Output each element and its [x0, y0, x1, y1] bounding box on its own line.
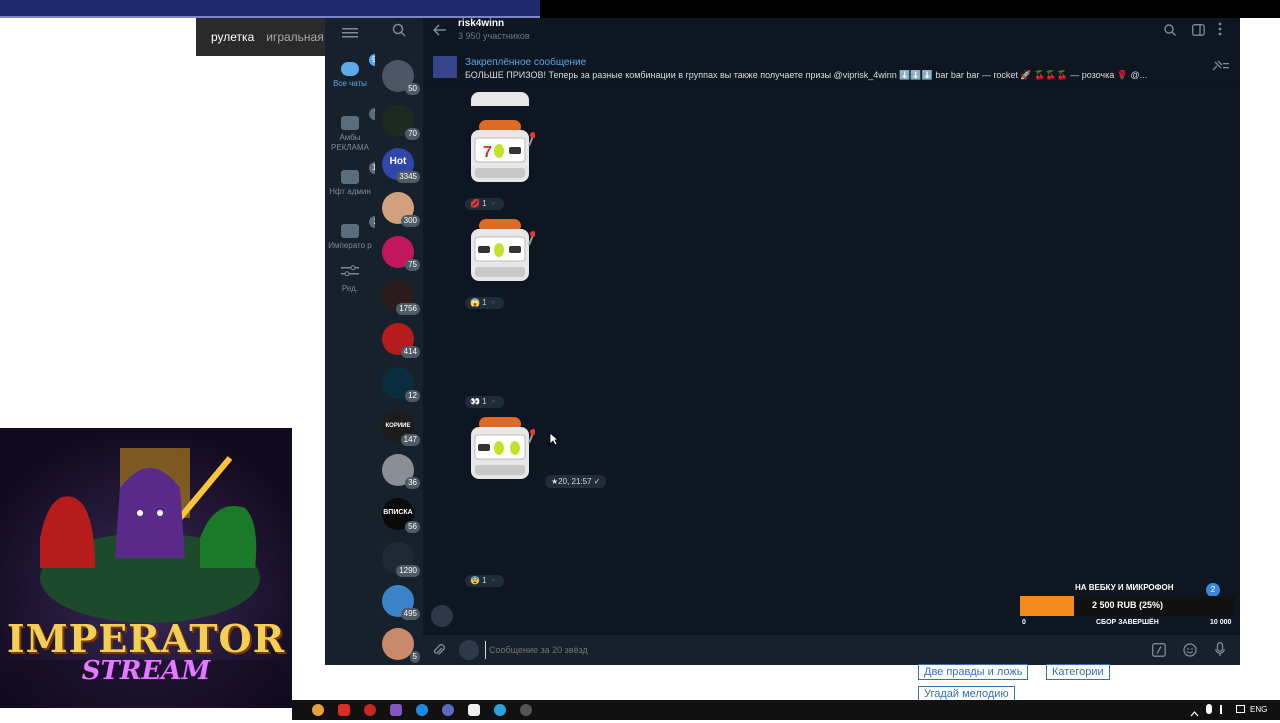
app-icon[interactable]: [390, 704, 402, 716]
attach-icon[interactable]: [433, 643, 445, 662]
chat-avatar[interactable]: 12: [382, 367, 420, 402]
telegram-icon[interactable]: [494, 704, 506, 716]
folder-label: Нфт админ: [329, 187, 371, 196]
svg-text:7: 7: [483, 144, 492, 161]
chat-header: risk4winn 3 950 участников: [423, 18, 1240, 52]
chat-avatar[interactable]: 5: [382, 628, 420, 663]
folder-ambi-reklama[interactable]: 7 Амбы РЕКЛАМА: [325, 108, 383, 153]
folder-nft-admin[interactable]: 12 Нфт админ: [325, 162, 384, 197]
emoji-icon[interactable]: [1183, 643, 1197, 662]
folder-icon: 2: [341, 216, 383, 238]
yandex-icon[interactable]: [338, 704, 350, 716]
donation-amount: 2 500 RUB (25%): [1091, 600, 1164, 610]
message-reaction[interactable]: 😨 1 ▪️: [465, 575, 504, 587]
chat-list: 50 70 Hot 3345 300 75 1756 414 12 КОРИИЕ 1…: [375, 18, 423, 665]
chat-avatar[interactable]: 414: [382, 323, 420, 358]
folder-all-chats[interactable]: 999 Все чаты: [325, 54, 389, 89]
microphone-icon[interactable]: [1215, 642, 1225, 662]
stream-logo: IMPERATOR STREAM: [0, 428, 292, 708]
mic-tray-icon[interactable]: [1206, 704, 1212, 714]
donation-progress-bar: 2 500 RUB (25%): [1020, 596, 1235, 616]
message-time: ★20, 21:57 ✓: [545, 475, 607, 488]
chat-main: risk4winn 3 950 участников Закреплённое …: [423, 18, 1240, 665]
chrome-icon[interactable]: [312, 704, 324, 716]
yandex-browser-icon[interactable]: [468, 704, 480, 716]
sender-avatar[interactable]: [431, 605, 453, 627]
chat-members: 3 950 участников: [458, 31, 530, 41]
slot-machine-sticker[interactable]: [465, 413, 536, 483]
search-icon[interactable]: [392, 23, 406, 42]
chat-title[interactable]: risk4winn: [458, 18, 504, 29]
folder-edit[interactable]: Ред.: [325, 264, 375, 294]
donation-min: 0: [1022, 619, 1026, 626]
sidebar-toggle-icon[interactable]: [1192, 23, 1205, 41]
chat-avatar[interactable]: 1756: [382, 280, 420, 315]
pinned-thumbnail: [433, 56, 457, 78]
chat-avatar[interactable]: 36: [382, 454, 420, 489]
obs-icon[interactable]: [520, 704, 532, 716]
tag-two-truths[interactable]: Две правды и ложь: [918, 664, 1029, 680]
chat-avatar[interactable]: 495: [382, 585, 420, 620]
app-icon[interactable]: [442, 704, 454, 716]
mouse-cursor-icon: [549, 432, 560, 451]
chat-avatar[interactable]: 300: [382, 192, 420, 227]
pinned-text: БОЛЬШЕ ПРИЗОВ! Теперь за разные комбинац…: [465, 70, 1148, 80]
donation-badge: 2: [1206, 583, 1220, 597]
background-tab-active[interactable]: рулетка: [211, 30, 254, 44]
message-composer: [423, 635, 1240, 665]
more-options-icon[interactable]: [1218, 22, 1222, 41]
donation-status: СБОР ЗАВЕРШЁН: [1096, 619, 1159, 626]
chat-bubble-icon: 999: [341, 54, 389, 76]
pin-list-icon[interactable]: [1211, 59, 1229, 77]
background-tab-inactive[interactable]: игральная к: [266, 30, 326, 44]
chat-avatar[interactable]: 75: [382, 236, 420, 271]
chat-avatar[interactable]: Hot 3345: [382, 148, 420, 183]
folder-imperator[interactable]: 2 Императо р: [325, 216, 383, 251]
slot-machine-sticker[interactable]: [465, 215, 536, 285]
folder-label: Все чаты: [333, 79, 367, 88]
menu-icon[interactable]: [342, 26, 358, 44]
telegram-window: 999 Все чаты 7 Амбы РЕКЛАМА 12 Нфт админ…: [325, 18, 1240, 665]
chat-avatar[interactable]: 70: [382, 105, 420, 140]
folder-label: Императо р: [328, 241, 372, 250]
taskbar: ENG: [292, 700, 1280, 720]
folder-label: Амбы РЕКЛАМА: [331, 133, 369, 152]
chat-avatar[interactable]: КОРИИЕ 147: [382, 411, 420, 446]
donation-max: 10 000: [1210, 619, 1232, 626]
donation-goal-widget: НА ВЕБКУ И МИКРОФОН 2 2 500 RUB (25%) 0 …: [1020, 580, 1235, 630]
opera-icon[interactable]: [364, 704, 376, 716]
pinned-title: Закреплённое сообщение: [465, 57, 587, 68]
language-indicator[interactable]: ENG: [1250, 705, 1267, 714]
volume-icon[interactable]: [1220, 705, 1230, 714]
message-reaction[interactable]: 👀 1 ▪️: [465, 396, 504, 408]
folders-sidebar: 999 Все чаты 7 Амбы РЕКЛАМА 12 Нфт админ…: [325, 18, 389, 665]
tag-categories[interactable]: Категории: [1046, 664, 1110, 680]
message-reaction[interactable]: 💋 1 ▪️: [465, 198, 504, 210]
chat-avatar[interactable]: ВПИСКА 56: [382, 498, 420, 533]
slot-machine-sticker[interactable]: [465, 78, 535, 106]
pinned-message[interactable]: Закреплённое сообщение БОЛЬШЕ ПРИЗОВ! Те…: [423, 52, 1240, 82]
logo-title: IMPERATOR: [6, 616, 286, 661]
sliders-icon: [341, 264, 359, 281]
tray-chevron-icon[interactable]: [1190, 705, 1199, 723]
slot-machine-sticker[interactable]: 7: [465, 116, 536, 186]
chat-avatar[interactable]: 50: [382, 60, 420, 95]
folder-icon: 7: [341, 108, 383, 130]
send-as-avatar[interactable]: [459, 640, 479, 660]
network-icon[interactable]: [1236, 705, 1245, 713]
back-arrow-icon[interactable]: [432, 23, 447, 41]
folder-icon: 12: [341, 162, 384, 184]
message-input[interactable]: [485, 641, 1125, 659]
message-reaction[interactable]: 😱 1 ▪️: [465, 297, 504, 309]
donation-title: НА ВЕБКУ И МИКРОФОН: [1075, 583, 1174, 592]
chat-avatar[interactable]: 1290: [382, 542, 420, 577]
search-icon[interactable]: [1164, 23, 1176, 41]
background-tabs: рулетка игральная к: [196, 18, 326, 56]
browser-top-strip-dark: [540, 0, 1280, 18]
app-icon[interactable]: [416, 704, 428, 716]
folder-label: Ред.: [341, 284, 359, 293]
logo-subtitle: STREAM: [81, 656, 211, 686]
bot-commands-icon[interactable]: [1152, 643, 1166, 662]
browser-top-strip: [0, 0, 540, 18]
